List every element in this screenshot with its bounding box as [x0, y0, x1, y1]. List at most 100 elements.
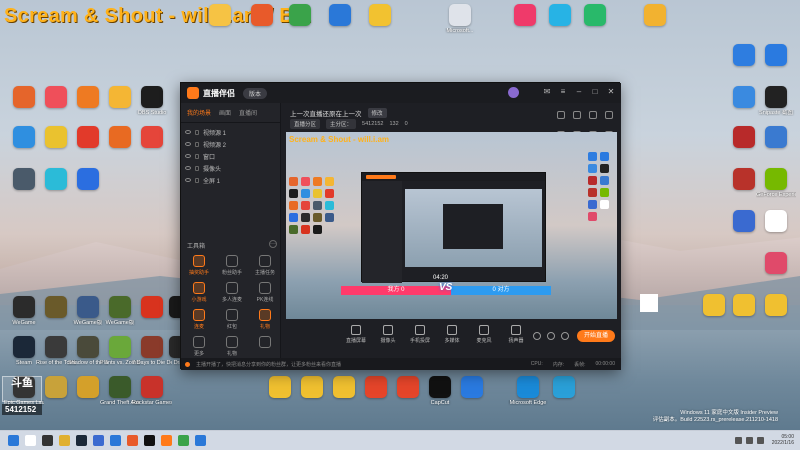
lock-icon[interactable] — [195, 129, 199, 135]
toolbox-item[interactable]: 礼物 — [251, 309, 279, 330]
lock-icon[interactable] — [195, 153, 199, 159]
toolbox-item[interactable]: 礼物 — [218, 336, 246, 357]
taskbar-app-icon[interactable] — [59, 435, 70, 446]
taskbar-app-icon[interactable] — [25, 435, 36, 446]
taskbar-app-icon[interactable] — [8, 435, 19, 446]
desktop-shortcut[interactable] — [756, 126, 796, 150]
desktop-shortcut[interactable] — [544, 376, 584, 400]
screenshot-icon[interactable] — [573, 111, 581, 119]
stream-preview[interactable]: Scream & Shout - will.i.am 我方 0 0 对方 VS … — [286, 132, 617, 319]
desktop-shortcut[interactable] — [200, 4, 240, 28]
taskbar-app-icon[interactable] — [144, 435, 155, 446]
toolbox-item[interactable] — [251, 336, 279, 357]
toolbox-item[interactable]: PK连线 — [251, 282, 279, 303]
taskbar-app-icon[interactable] — [93, 435, 104, 446]
toolbox-item[interactable]: 抽奖助手 — [185, 255, 213, 276]
clock[interactable]: 05:00 2022/1/16 — [772, 434, 794, 446]
scene-item[interactable]: 摄像头 — [185, 162, 276, 174]
live-companion-window[interactable]: 直播伴侣 版本 ✉ ≡ – □ ✕ 我的场景 画面 直播间 视频源 1 视频源 … — [180, 82, 621, 370]
desktop-shortcut[interactable] — [540, 4, 580, 28]
desktop-shortcut[interactable] — [242, 4, 282, 28]
desktop-shortcut[interactable]: OBS Studio — [132, 86, 172, 116]
network-icon[interactable] — [734, 436, 742, 444]
eye-icon[interactable] — [185, 130, 191, 134]
desktop-shortcut[interactable] — [505, 4, 545, 28]
eye-icon[interactable] — [185, 166, 191, 170]
tab-picture[interactable]: 画面 — [219, 108, 231, 117]
eye-icon[interactable] — [185, 142, 191, 146]
taskbar-app-icon[interactable] — [42, 435, 53, 446]
desktop-shortcut[interactable] — [68, 168, 108, 192]
tab-live-room[interactable]: 直播间 — [239, 108, 257, 117]
taskbar-app-icon[interactable] — [110, 435, 121, 446]
phone-cast-button[interactable]: 手机投屏 — [406, 324, 434, 344]
desktop-shortcut[interactable] — [756, 210, 796, 234]
subcategory-pill[interactable]: 主分区： — [326, 119, 357, 129]
visibility-icon[interactable] — [547, 332, 555, 340]
toolbox-item[interactable]: 更多 — [185, 336, 213, 357]
toolbox-more-button[interactable]: ··· — [269, 240, 277, 248]
eye-icon[interactable] — [185, 178, 191, 182]
desktop-shortcut[interactable] — [280, 4, 320, 28]
record-toggle-icon[interactable] — [533, 332, 541, 340]
desktop-shortcut[interactable]: Microsoft Edge — [508, 376, 548, 406]
toolbox-item[interactable]: 红包 — [218, 309, 246, 330]
version-button[interactable]: 版本 — [243, 87, 268, 99]
desktop-blank-document-icon[interactable] — [640, 294, 658, 312]
desktop-shortcut[interactable]: Snipaste 截图 — [756, 86, 796, 116]
screen-capture-button[interactable]: 直播屏幕 — [342, 324, 370, 344]
lock-icon[interactable] — [195, 141, 199, 147]
desktop-shortcut[interactable]: Rockstar Games... — [132, 376, 172, 406]
scene-item[interactable]: 视频源 1 — [185, 126, 276, 138]
microphone-button[interactable]: 麦克风 — [470, 324, 498, 344]
desktop-shortcut[interactable] — [635, 4, 675, 28]
gear-icon[interactable] — [561, 332, 569, 340]
toolbox-item[interactable]: 多人连麦 — [218, 282, 246, 303]
speaker-button[interactable]: 扬声器 — [502, 324, 530, 344]
taskbar-app-icon[interactable] — [127, 435, 138, 446]
layout-icon[interactable] — [557, 111, 565, 119]
desktop-shortcut[interactable] — [132, 126, 172, 150]
message-icon[interactable]: ✉ — [543, 88, 551, 96]
maximize-icon[interactable]: □ — [591, 88, 599, 96]
close-icon[interactable]: ✕ — [607, 88, 615, 96]
taskbar-app-icon[interactable] — [161, 435, 172, 446]
scene-item[interactable]: 全屏 1 — [185, 174, 276, 186]
user-avatar[interactable] — [508, 87, 519, 98]
start-live-button[interactable]: 开始直播 — [577, 330, 615, 342]
desktop-shortcut[interactable] — [360, 4, 400, 28]
record-icon[interactable] — [589, 111, 597, 119]
tab-my-scenes[interactable]: 我的场景 — [187, 108, 211, 117]
lock-icon[interactable] — [195, 177, 199, 183]
toolbox-item[interactable]: 连麦 — [185, 309, 213, 330]
scene-item[interactable]: 窗口 — [185, 150, 276, 162]
scene-item[interactable]: 视频源 2 — [185, 138, 276, 150]
settings-icon[interactable] — [605, 111, 613, 119]
desktop-shortcut[interactable] — [756, 252, 796, 276]
lock-icon[interactable] — [195, 165, 199, 171]
eye-icon[interactable] — [185, 154, 191, 158]
menu-icon[interactable]: ≡ — [559, 88, 567, 96]
toolbox-item[interactable]: 粉丝助手 — [218, 255, 246, 276]
desktop-shortcut[interactable]: GeForce Experience — [756, 168, 796, 198]
toolbox-item[interactable]: 小游戏 — [185, 282, 213, 303]
taskbar-app-icon[interactable] — [195, 435, 206, 446]
taskbar-app-icon[interactable] — [76, 435, 87, 446]
edit-title-button[interactable]: 修改 — [367, 108, 387, 118]
live-title: 上一次直播还原在上一次 — [290, 111, 362, 118]
battery-icon[interactable] — [756, 436, 764, 444]
desktop-shortcut[interactable] — [575, 4, 615, 28]
desktop-shortcut[interactable] — [320, 4, 360, 28]
toolbox-item[interactable]: 主播任务 — [251, 255, 279, 276]
category-pill[interactable]: 直播分区 — [290, 119, 321, 129]
media-button[interactable]: 多媒体 — [438, 324, 466, 344]
minimize-icon[interactable]: – — [575, 88, 583, 96]
app-title-bar[interactable]: 直播伴侣 版本 ✉ ≡ – □ ✕ — [181, 83, 621, 103]
desktop-shortcut[interactable] — [452, 376, 492, 400]
desktop-shortcut[interactable] — [756, 294, 796, 318]
taskbar-app-icon[interactable] — [178, 435, 189, 446]
desktop-shortcut[interactable] — [756, 44, 796, 68]
camera-button[interactable]: 摄像头 — [374, 324, 402, 344]
volume-icon[interactable] — [745, 436, 753, 444]
desktop-shortcut[interactable]: Microsoft... — [440, 4, 480, 34]
